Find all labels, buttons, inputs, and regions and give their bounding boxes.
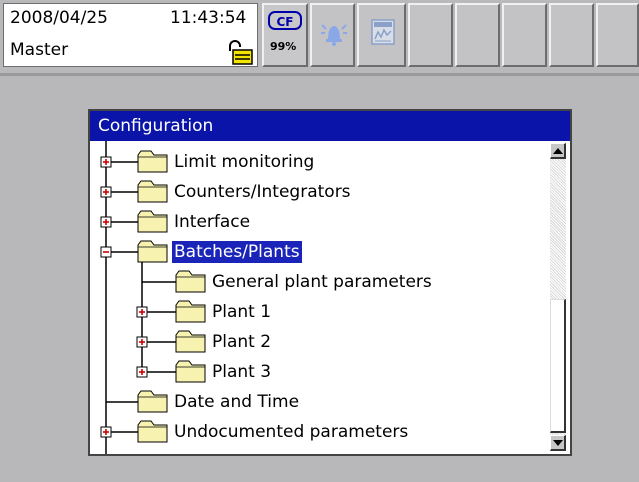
scroll-down-button[interactable] — [550, 435, 566, 451]
tree-item-label[interactable]: Batches/Plants — [172, 241, 302, 263]
cf-card-icon: CF — [268, 11, 302, 30]
date-display: 2008/04/25 — [10, 8, 108, 28]
cf-card-button[interactable]: CF 99% — [262, 3, 308, 67]
tree-item-label[interactable]: Plant 1 — [210, 301, 273, 323]
dialog-title: Configuration — [90, 111, 570, 141]
configuration-dialog: Configuration Limit monitoring Counters/I… — [88, 109, 572, 456]
tree-item-label[interactable]: Interface — [172, 211, 252, 233]
top-status-bar: 2008/04/25 11:43:54 Master CF 99% — [0, 0, 639, 76]
folder-icon — [175, 270, 206, 293]
folder-icon — [175, 330, 206, 353]
user-display: Master — [10, 40, 69, 60]
tree-item-label[interactable]: Undocumented parameters — [172, 421, 410, 443]
empty-toolbar-button-5[interactable] — [596, 3, 639, 67]
folder-icon — [137, 150, 168, 173]
alarm-button[interactable] — [310, 3, 355, 67]
tree-item-label[interactable]: Plant 2 — [210, 331, 273, 353]
scroll-thumb[interactable] — [550, 299, 566, 433]
padlock-open-icon[interactable] — [225, 38, 253, 66]
folder-icon — [137, 210, 168, 233]
folder-icon — [137, 180, 168, 203]
vertical-scrollbar[interactable] — [548, 141, 570, 454]
folder-icon — [175, 300, 206, 323]
folder-icon — [137, 240, 168, 263]
configuration-tree[interactable]: Limit monitoring Counters/Integrators Inte… — [90, 141, 548, 454]
folder-icon — [137, 420, 168, 443]
empty-toolbar-button-2[interactable] — [455, 3, 500, 67]
folder-icon — [175, 360, 206, 383]
folder-icon — [137, 390, 168, 413]
empty-toolbar-button-4[interactable] — [549, 3, 594, 67]
tree-item-label[interactable]: Date and Time — [172, 391, 301, 413]
tree-item-label[interactable]: Counters/Integrators — [172, 181, 353, 203]
trend-button[interactable] — [357, 3, 406, 67]
tree-item-label[interactable]: Plant 3 — [210, 361, 273, 383]
alarm-bell-icon — [321, 24, 347, 46]
status-panel: 2008/04/25 11:43:54 Master — [3, 3, 258, 67]
trend-display-icon — [371, 19, 395, 45]
empty-toolbar-button-1[interactable] — [408, 3, 453, 67]
cf-card-percent: 99% — [270, 40, 297, 53]
tree-item-label[interactable]: General plant parameters — [210, 271, 434, 293]
empty-toolbar-button-3[interactable] — [502, 3, 547, 67]
scroll-up-button[interactable] — [550, 143, 566, 159]
tree-item-label[interactable]: Limit monitoring — [172, 151, 316, 173]
time-display: 11:43:54 — [170, 8, 247, 28]
